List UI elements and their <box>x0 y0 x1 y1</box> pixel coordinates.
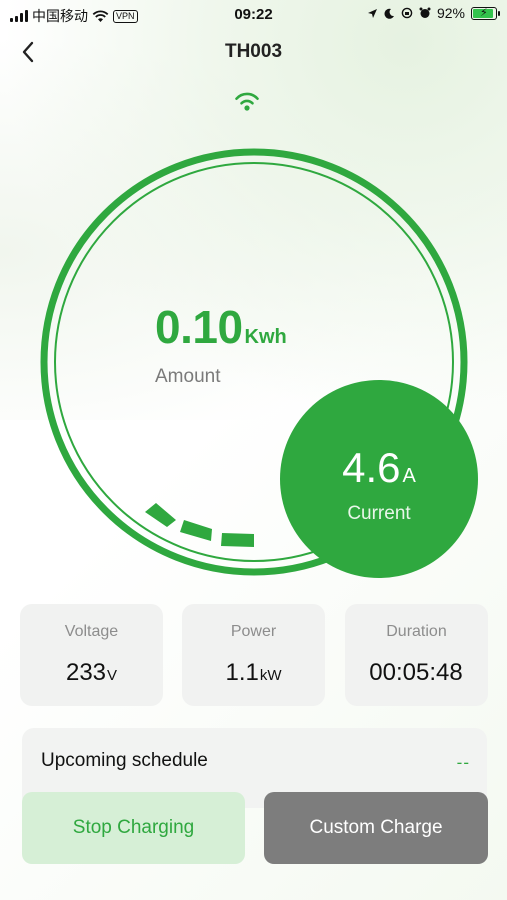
stat-card-duration: Duration 00:05:48 <box>345 604 488 706</box>
current-badge: 4.6 A Current <box>280 380 478 578</box>
location-arrow-icon <box>367 8 377 18</box>
stat-number: 00:05:48 <box>369 659 463 686</box>
stat-label: Voltage <box>64 623 119 640</box>
stat-label: Power <box>230 623 277 640</box>
schedule-value: -- <box>456 753 470 772</box>
battery-percent: 92% <box>436 5 465 21</box>
status-right: 92% ⚡ <box>367 5 500 21</box>
alarm-icon <box>419 7 431 18</box>
battery-icon: ⚡ <box>471 6 500 20</box>
stat-unit: V <box>107 667 118 684</box>
current-unit: A <box>402 465 416 487</box>
stat-label: Duration <box>386 623 447 640</box>
schedule-title: Upcoming schedule <box>41 750 208 771</box>
stat-unit: kW <box>259 667 282 684</box>
gauge-progress-segment <box>180 520 212 541</box>
current-value: 4.6 <box>342 444 401 491</box>
stat-card-power: Power 1.1kW <box>182 604 325 706</box>
gauge-progress-segment <box>145 503 176 527</box>
custom-charge-button[interactable]: Custom Charge <box>264 792 488 864</box>
stat-card-voltage: Voltage 233V <box>20 604 163 706</box>
page-title: TH003 <box>224 41 283 62</box>
stat-value: 00:05:48 <box>345 659 488 687</box>
stats-row: Voltage 233V Power 1.1kW Duration 00:05:… <box>20 604 488 706</box>
status-bar: 中国移动 VPN 09:22 92% ⚡ <box>0 0 507 30</box>
gauge-progress-segment <box>221 533 254 547</box>
nav-bar: TH003 <box>0 30 507 74</box>
amount-unit: Kwh <box>244 326 287 348</box>
stop-charging-button[interactable]: Stop Charging <box>22 792 245 864</box>
amount-value: 0.10 <box>155 301 243 353</box>
connection-wifi-icon <box>235 92 259 111</box>
stat-value: 233V <box>20 659 163 687</box>
current-label: Current <box>347 503 411 524</box>
screen-lock-icon <box>401 7 413 19</box>
stat-value: 1.1kW <box>182 659 325 687</box>
moon-icon <box>384 8 394 19</box>
amount-readout: 0.10 Kwh <box>155 300 287 354</box>
current-readout: 4.6 A <box>280 444 478 492</box>
stat-number: 233 <box>65 659 107 686</box>
stat-number: 1.1 <box>225 659 259 686</box>
amount-label: Amount <box>155 366 221 387</box>
